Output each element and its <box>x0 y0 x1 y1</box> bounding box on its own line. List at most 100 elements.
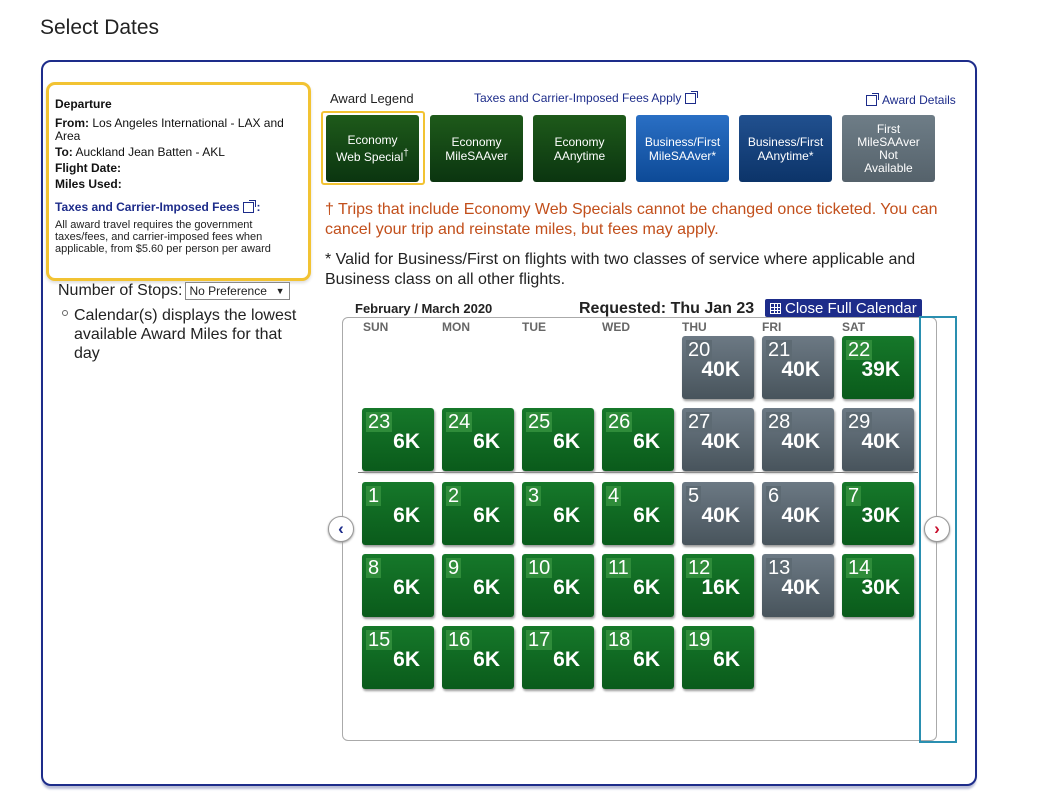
calendar-day-cell[interactable]: 24 6K <box>442 408 514 471</box>
day-number: 20 <box>686 339 713 361</box>
day-number: 16 <box>446 629 473 651</box>
day-number: 5 <box>686 485 702 507</box>
day-miles: 40K <box>701 430 740 453</box>
legend-line1: Business/First <box>747 134 824 149</box>
day-number: 2 <box>446 485 462 507</box>
month-label: February / March 2020 <box>355 301 493 316</box>
next-month-button[interactable]: › <box>924 516 950 542</box>
day-number: 14 <box>846 557 873 579</box>
legend-line2: AAnytime <box>553 148 606 163</box>
day-miles: 6K <box>473 648 500 671</box>
calendar-day-cell[interactable]: 18 6K <box>602 626 674 689</box>
chevron-left-icon: ‹ <box>338 519 344 538</box>
chevron-down-icon: ▼ <box>275 286 285 296</box>
calendar-day-cell[interactable]: 22 39K <box>842 336 914 399</box>
calendar-day-cell[interactable]: 16 6K <box>442 626 514 689</box>
calendar-day-cell[interactable]: 11 6K <box>602 554 674 617</box>
external-link-icon <box>242 199 256 213</box>
from-value: Los Angeles International - LAX and Area <box>55 116 284 143</box>
legend-line2: MileSAAver <box>445 148 508 163</box>
calendar-day-cell[interactable]: 15 6K <box>362 626 434 689</box>
fees-link[interactable]: Taxes and Carrier-Imposed Fees : <box>55 199 261 214</box>
day-number: 1 <box>366 485 382 507</box>
calendar-day-cell[interactable]: 21 40K <box>762 336 834 399</box>
day-number: 23 <box>366 411 393 433</box>
legend-line2: Web Special <box>336 150 404 164</box>
day-number: 17 <box>526 629 553 651</box>
legend-business-aanytime[interactable]: Business/First AAnytime* <box>739 115 832 182</box>
fees-note: All award travel requires the government… <box>55 219 271 255</box>
legend-first-not-available[interactable]: First MileSAAver Not Available <box>842 115 935 182</box>
day-miles: 6K <box>633 576 660 599</box>
legend-line1: Business/First <box>644 134 721 149</box>
from-label: From: <box>55 116 89 130</box>
dow-sat: SAT <box>842 320 866 334</box>
award-details-text: Award Details <box>882 93 956 107</box>
legend-line1: First <box>876 121 901 136</box>
calendar-day-cell[interactable]: 19 6K <box>682 626 754 689</box>
legend-economy-milesaaver[interactable]: Economy MileSAAver <box>430 115 523 182</box>
calendar-note: Calendar(s) displays the lowest availabl… <box>62 306 312 363</box>
day-number: 18 <box>606 629 633 651</box>
calendar-day-cell[interactable]: 8 6K <box>362 554 434 617</box>
calendar-day-cell[interactable]: 25 6K <box>522 408 594 471</box>
legend-line4: Available <box>864 160 913 175</box>
day-number: 22 <box>846 339 873 361</box>
calendar-day-cell[interactable]: 26 6K <box>602 408 674 471</box>
day-miles: 40K <box>861 430 900 453</box>
legend-line2: MileSAAver <box>857 134 920 149</box>
day-miles: 6K <box>633 648 660 671</box>
calendar-day-cell[interactable]: 17 6K <box>522 626 594 689</box>
day-miles: 6K <box>553 504 580 527</box>
day-miles: 40K <box>781 504 820 527</box>
day-number: 10 <box>526 557 553 579</box>
calendar-day-cell[interactable]: 23 6K <box>362 408 434 471</box>
day-number: 11 <box>606 557 631 579</box>
page-title: Select Dates <box>40 16 160 39</box>
calendar-day-cell[interactable]: 7 30K <box>842 482 914 545</box>
legend-line1: Economy <box>451 134 502 149</box>
day-miles: 39K <box>861 358 900 381</box>
legend-economy-aanytime[interactable]: Economy AAnytime <box>533 115 626 182</box>
day-number: 25 <box>526 411 553 433</box>
calendar-day-cell[interactable]: 27 40K <box>682 408 754 471</box>
calendar-day-cell[interactable]: 5 40K <box>682 482 754 545</box>
day-number: 29 <box>846 411 873 433</box>
day-miles: 6K <box>393 576 420 599</box>
calendar-day-cell[interactable]: 14 30K <box>842 554 914 617</box>
legend-title: Award Legend <box>330 91 414 106</box>
calendar-day-cell[interactable]: 2 6K <box>442 482 514 545</box>
calendar-day-cell[interactable]: 4 6K <box>602 482 674 545</box>
bullet-icon <box>62 310 68 316</box>
day-miles: 16K <box>701 576 740 599</box>
calendar-day-cell[interactable]: 3 6K <box>522 482 594 545</box>
calendar-day-cell[interactable]: 12 16K <box>682 554 754 617</box>
fees-colon: : <box>256 200 261 214</box>
day-number: 3 <box>526 485 542 507</box>
award-details-link[interactable]: Award Details <box>866 92 956 107</box>
calendar-day-cell[interactable]: 6 40K <box>762 482 834 545</box>
departure-box: Departure From: Los Angeles Internationa… <box>46 82 311 281</box>
day-miles: 40K <box>701 504 740 527</box>
web-special-warning: † Trips that include Economy Web Special… <box>325 201 938 238</box>
day-miles: 6K <box>553 430 580 453</box>
calendar-day-cell[interactable]: 9 6K <box>442 554 514 617</box>
prev-month-button[interactable]: ‹ <box>328 516 354 542</box>
day-miles: 6K <box>553 648 580 671</box>
taxes-link-text: Taxes and Carrier-Imposed Fees Apply <box>474 91 682 105</box>
legend-economy-web-special[interactable]: Economy Web Special† <box>326 115 419 182</box>
calendar-day-cell[interactable]: 1 6K <box>362 482 434 545</box>
calendar-day-cell[interactable]: 20 40K <box>682 336 754 399</box>
calendar-day-cell[interactable]: 10 6K <box>522 554 594 617</box>
taxes-link[interactable]: Taxes and Carrier-Imposed Fees Apply <box>474 90 699 105</box>
day-number: 6 <box>766 485 782 507</box>
calendar-day-cell[interactable]: 28 40K <box>762 408 834 471</box>
dow-sun: SUN <box>363 320 389 334</box>
departure-to: To: Auckland Jean Batten - AKL <box>55 146 302 159</box>
day-miles: 40K <box>701 358 740 381</box>
stops-select[interactable]: No Preference ▼ <box>184 282 290 300</box>
calendar-day-cell[interactable]: 13 40K <box>762 554 834 617</box>
calendar-day-cell[interactable]: 29 40K <box>842 408 914 471</box>
legend-business-milesaaver[interactable]: Business/First MileSAAver* <box>636 115 729 182</box>
close-full-calendar-button[interactable]: Close Full Calendar <box>765 299 922 317</box>
